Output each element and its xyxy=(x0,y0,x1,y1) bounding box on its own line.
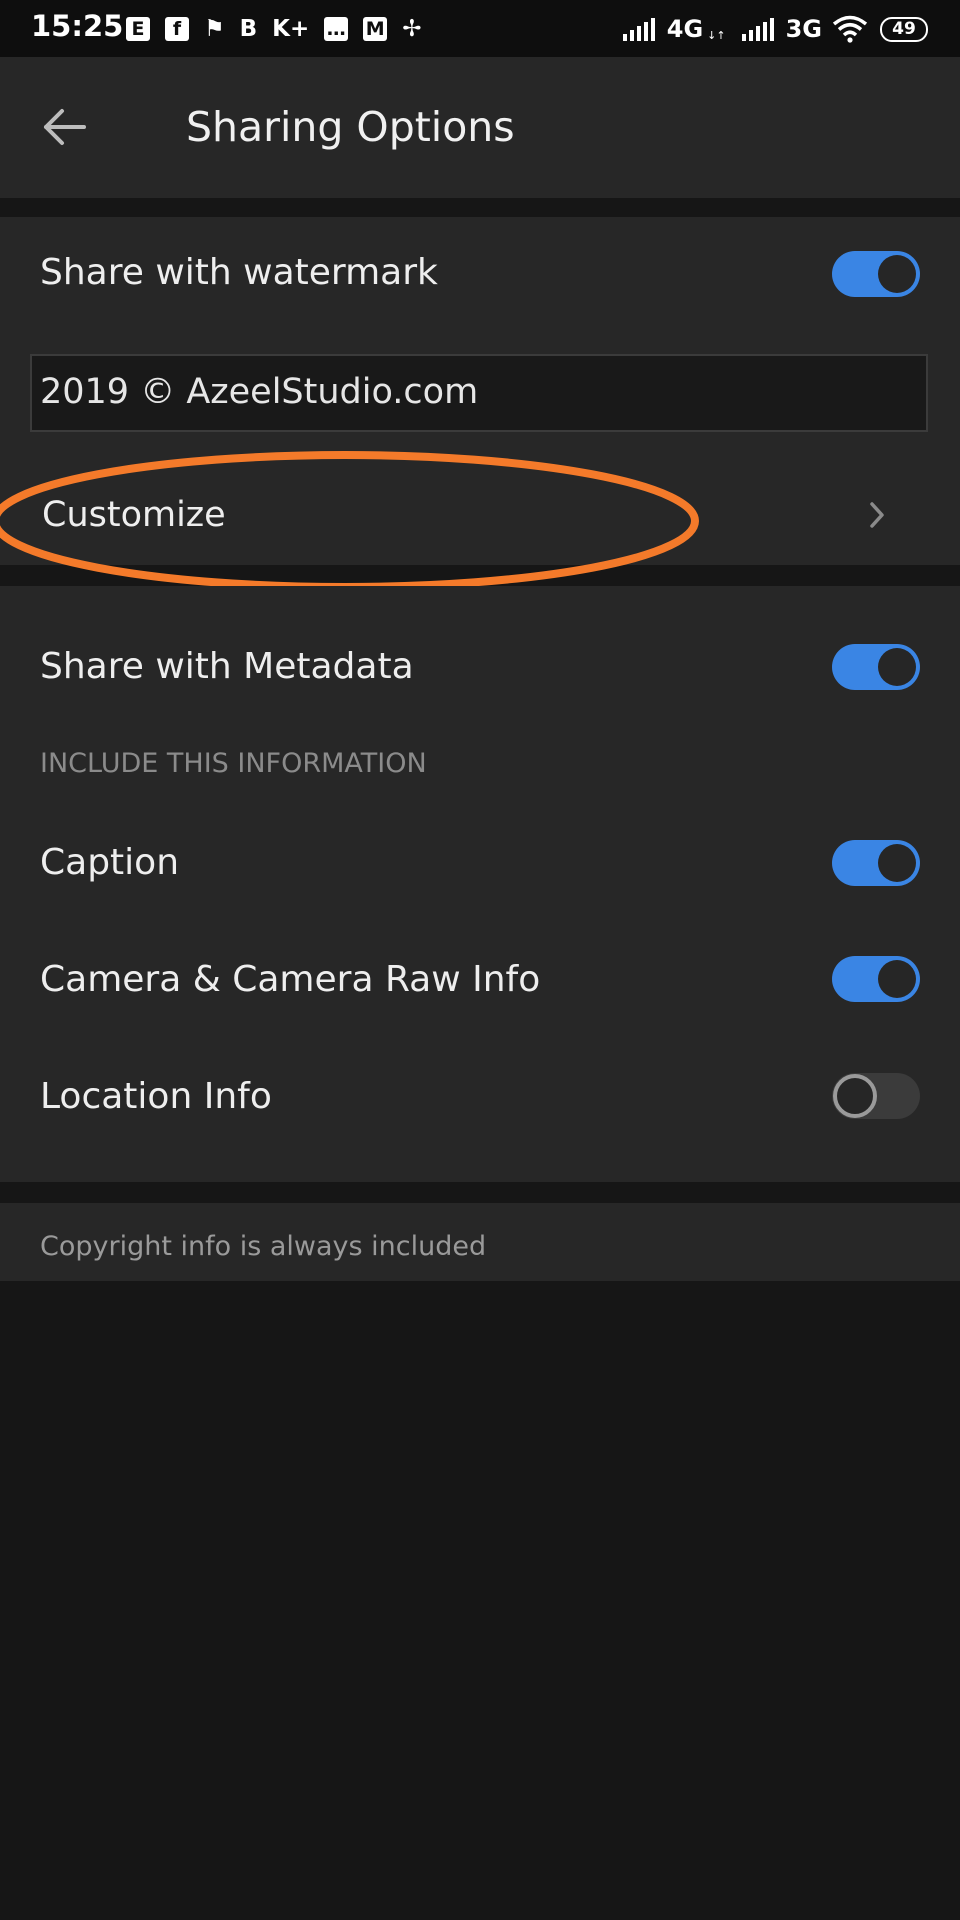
footer-section: Copyright info is always included xyxy=(0,1203,960,1281)
metadata-toggle[interactable] xyxy=(832,644,920,690)
pinwheel-icon: ✢ xyxy=(402,16,422,42)
flag-icon: ⚑ xyxy=(204,16,225,42)
sms-icon: … xyxy=(324,17,349,41)
status-right: 4G ↓↑ 3G 49 xyxy=(622,12,928,46)
chevron-right-icon xyxy=(862,495,892,535)
camera-raw-info-toggle[interactable] xyxy=(832,956,920,1002)
location-info-toggle[interactable] xyxy=(832,1073,920,1119)
status-time: 15:25 xyxy=(31,9,124,43)
page-title: Sharing Options xyxy=(186,103,515,151)
watermark-section: Share with watermark 2019 © AzeelStudio.… xyxy=(0,217,960,565)
battery-indicator: 49 xyxy=(880,16,928,42)
notification-icons: E f ⚑ B K+ … M ✢ xyxy=(126,12,437,46)
camera-raw-info-label: Camera & Camera Raw Info xyxy=(40,959,541,1000)
status-bar: 15:25 E f ⚑ B K+ … M ✢ 4G ↓↑ 3G 49 xyxy=(0,0,960,57)
screen: 15:25 E f ⚑ B K+ … M ✢ 4G ↓↑ 3G 49 Shari… xyxy=(0,0,960,1920)
toggle-knob xyxy=(878,255,916,293)
signal-icon xyxy=(622,18,655,41)
toggle-knob xyxy=(878,648,916,686)
wifi-icon xyxy=(832,15,868,43)
customize-row[interactable]: Customize xyxy=(0,465,960,565)
metadata-section: Share with Metadata INCLUDE THIS INFORMA… xyxy=(0,586,960,1182)
share-with-metadata-label: Share with Metadata xyxy=(40,646,414,687)
watermark-text-field[interactable]: 2019 © AzeelStudio.com xyxy=(30,354,928,432)
customize-label: Customize xyxy=(42,495,226,535)
toggle-knob xyxy=(878,844,916,882)
signal-icon xyxy=(741,18,774,41)
app-bar: Sharing Options xyxy=(0,57,960,198)
facebook-icon: f xyxy=(165,17,189,41)
include-info-header: INCLUDE THIS INFORMATION xyxy=(40,748,427,779)
back-arrow-icon xyxy=(44,109,86,145)
gmail-icon: M xyxy=(363,17,388,41)
watermark-text: 2019 © AzeelStudio.com xyxy=(40,372,479,412)
toggle-knob xyxy=(833,1074,877,1118)
kplus-icon: K+ xyxy=(272,16,310,42)
copyright-note: Copyright info is always included xyxy=(40,1231,487,1262)
share-with-watermark-label: Share with watermark xyxy=(40,252,438,293)
location-info-label: Location Info xyxy=(40,1076,272,1117)
back-button[interactable] xyxy=(32,95,96,159)
b-app-icon: B xyxy=(239,16,258,42)
e-app-icon: E xyxy=(126,17,150,41)
caption-label: Caption xyxy=(40,842,180,883)
network-label-4g: 4G xyxy=(666,15,704,43)
toggle-knob xyxy=(878,960,916,998)
caption-toggle[interactable] xyxy=(832,840,920,886)
network-activity: ↓↑ xyxy=(707,29,726,42)
watermark-toggle[interactable] xyxy=(832,251,920,297)
network-label-3g: 3G xyxy=(785,15,822,43)
